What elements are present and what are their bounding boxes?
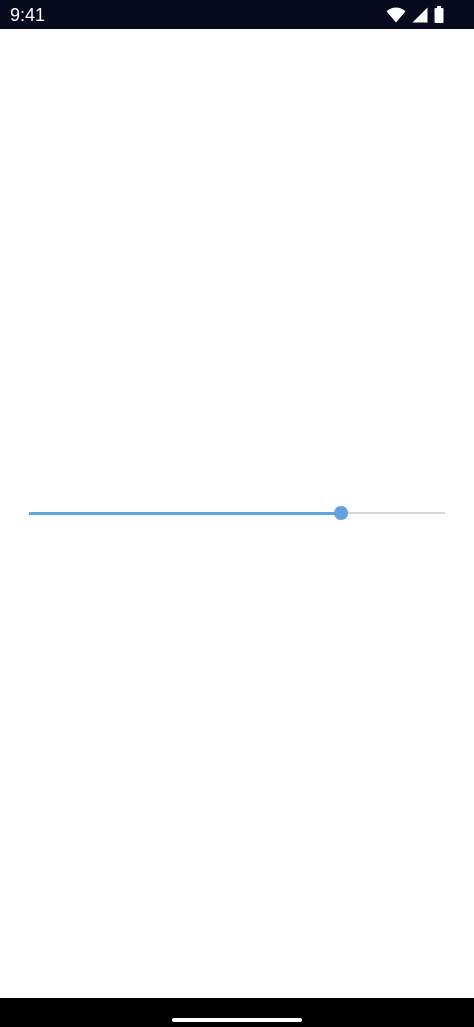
status-time: 9:41	[10, 5, 46, 25]
navigation-bar	[0, 998, 474, 1027]
wifi-icon	[386, 6, 406, 23]
slider-thumb[interactable]	[334, 506, 348, 520]
home-indicator[interactable]	[172, 1018, 302, 1022]
slider-active-track[interactable]	[29, 512, 341, 515]
battery-icon	[434, 6, 444, 23]
main-content	[0, 29, 474, 998]
value-slider[interactable]	[29, 502, 445, 524]
status-icons	[386, 6, 444, 23]
status-bar: 9:41	[0, 0, 474, 29]
cell-signal-icon	[412, 7, 428, 23]
